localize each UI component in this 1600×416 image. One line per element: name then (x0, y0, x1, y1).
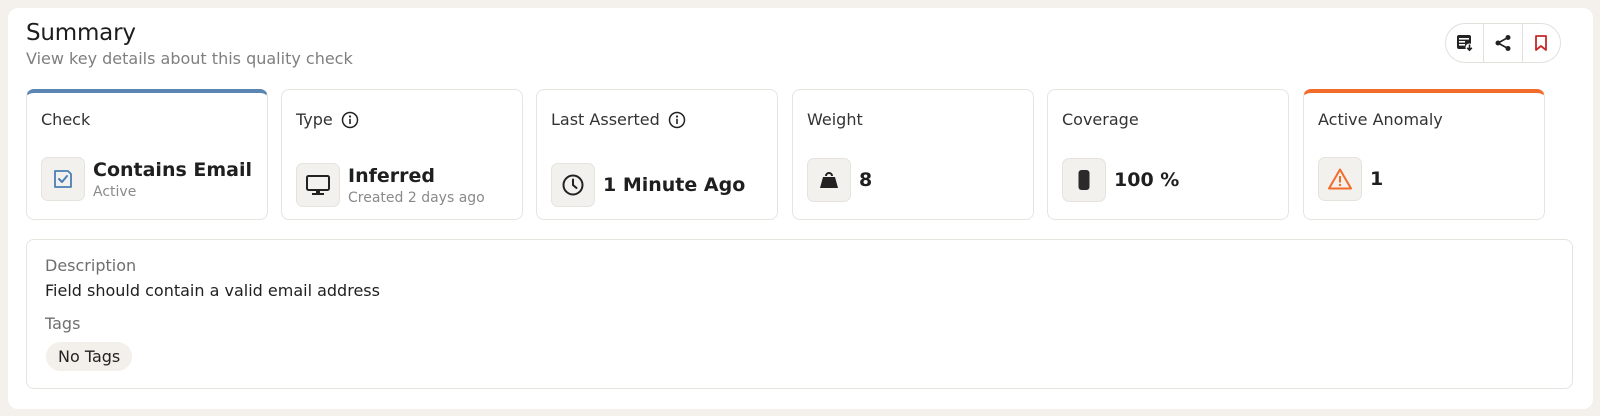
coverage-icon (1078, 170, 1090, 190)
check-icon-box (41, 157, 85, 201)
page-subtitle: View key details about this quality chec… (26, 49, 353, 68)
tags-label: Tags (45, 314, 81, 333)
weight-icon (820, 172, 838, 188)
last-asserted-card: Last Asserted 1 Minute Ago (536, 89, 778, 220)
type-icon-box (296, 163, 340, 207)
active-anomaly-card-label: Active Anomaly (1318, 110, 1443, 129)
coverage-card-label: Coverage (1062, 110, 1139, 129)
check-card-body: Contains Email Active (41, 157, 252, 201)
page-title: Summary (26, 20, 136, 46)
weight-card: Weight 8 (792, 89, 1034, 220)
type-label-text: Type (296, 110, 333, 129)
coverage-value: 100 % (1114, 169, 1180, 191)
bookmark-button[interactable] (1523, 24, 1560, 62)
type-card-body: Inferred Created 2 days ago (296, 163, 485, 207)
coverage-card-body: 100 % (1062, 158, 1179, 202)
check-card-text: Contains Email Active (93, 159, 252, 200)
weight-card-body: 8 (807, 158, 872, 202)
type-value: Inferred (348, 164, 435, 187)
active-anomaly-card-body: 1 (1318, 157, 1383, 201)
weight-icon-box (807, 158, 851, 202)
description-text: Field should contain a valid email addre… (45, 281, 380, 300)
weight-value: 8 (859, 169, 873, 191)
monitor-icon (306, 175, 330, 195)
details-section: Description Field should contain a valid… (26, 239, 1573, 389)
no-tags-pill: No Tags (46, 342, 133, 371)
bookmark-icon (1535, 35, 1548, 51)
action-button-group (1445, 23, 1561, 63)
check-card-label: Check (41, 110, 91, 129)
type-card: Type Inferred Created 2 days ago (281, 89, 523, 220)
share-icon (1495, 35, 1511, 51)
type-created: Created 2 days ago (348, 189, 485, 206)
weight-card-label: Weight (807, 110, 863, 129)
active-anomaly-value: 1 (1370, 168, 1384, 190)
active-anomaly-card: Active Anomaly 1 (1303, 89, 1545, 220)
check-status: Active (93, 183, 137, 200)
coverage-card: Coverage 100 % (1047, 89, 1289, 220)
last-asserted-label-text: Last Asserted (551, 110, 660, 129)
clock-icon (562, 174, 584, 196)
check-square-icon (54, 170, 72, 188)
last-asserted-value: 1 Minute Ago (603, 174, 746, 196)
summary-panel: Summary View key details about this qual… (8, 8, 1593, 409)
type-card-text: Inferred Created 2 days ago (348, 165, 485, 206)
info-icon[interactable] (668, 111, 686, 129)
anomaly-icon-box (1318, 157, 1362, 201)
last-asserted-card-body: 1 Minute Ago (551, 163, 745, 207)
coverage-icon-box (1062, 158, 1106, 202)
warning-icon (1328, 168, 1352, 190)
share-button[interactable] (1484, 24, 1523, 62)
export-icon (1456, 35, 1474, 52)
info-icon[interactable] (341, 111, 359, 129)
export-button[interactable] (1446, 24, 1485, 62)
type-card-label: Type (296, 110, 359, 129)
check-card: Check Contains Email Active (26, 89, 268, 220)
check-name: Contains Email (93, 158, 253, 181)
clock-icon-box (551, 163, 595, 207)
last-asserted-card-label: Last Asserted (551, 110, 686, 129)
description-label: Description (45, 256, 137, 275)
